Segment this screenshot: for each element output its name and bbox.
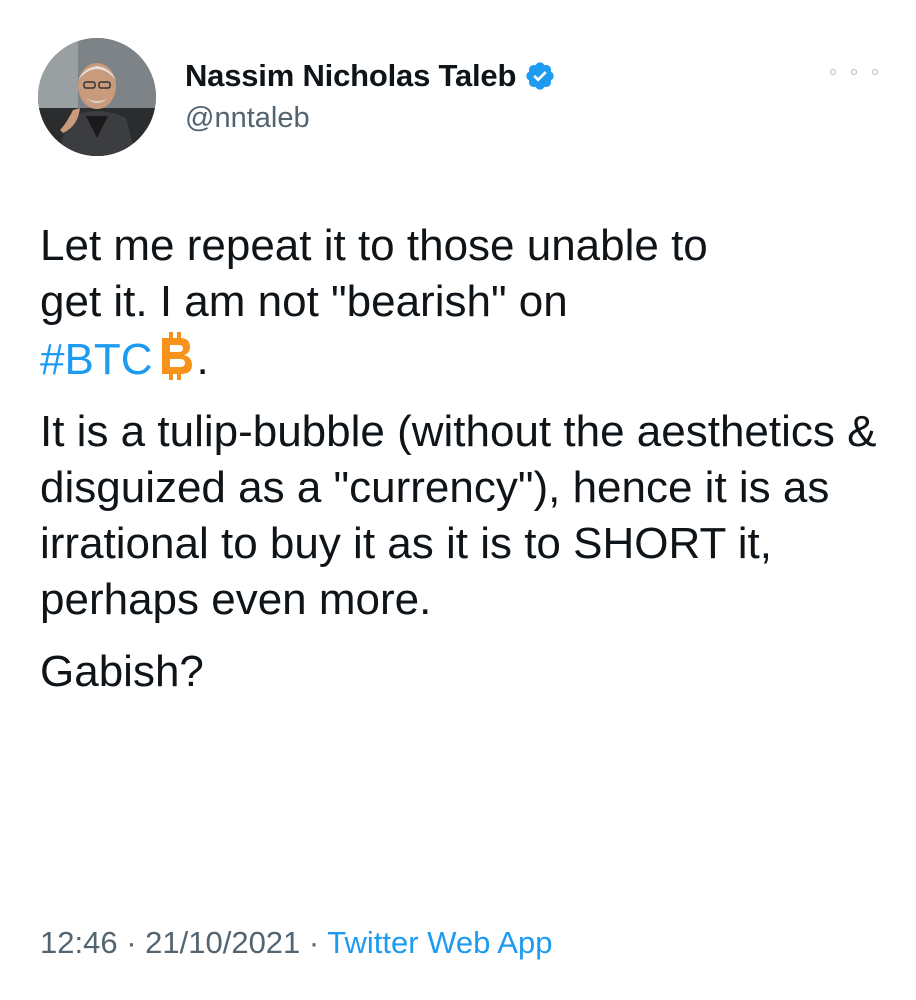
tweet-paragraph-3: Gabish? [40,647,204,696]
ellipsis-icon [830,69,836,75]
tweet-text: Let me repeat it to those unable to get … [40,218,890,700]
verified-badge-icon [526,62,554,90]
tweet-source-link[interactable]: Twitter Web App [327,925,552,960]
author-display-name[interactable]: Nassim Nicholas Taleb [185,58,516,94]
tweet-line: Let me repeat it to those unable to [40,221,708,270]
tweet-time[interactable]: 12:46 [40,925,118,960]
tweet-paragraph-1: Let me repeat it to those unable to get … [40,218,890,388]
tweet-paragraph-2: It is a tulip-bubble (without the aesthe… [40,407,877,624]
hashtag-link[interactable]: #BTC [40,335,152,384]
tweet-line: get it. I am not "bearish" on [40,277,568,326]
author-avatar[interactable] [38,38,156,156]
tweet-punctuation: . [196,335,209,384]
ellipsis-icon [872,69,878,75]
author-name-row: Nassim Nicholas Taleb [185,56,556,96]
meta-separator: · [300,925,328,960]
tweet-metadata: 12:46 · 21/10/2021 · Twitter Web App [40,925,552,961]
tweet-date[interactable]: 21/10/2021 [145,925,300,960]
author-handle[interactable]: @nntaleb [185,102,310,135]
ellipsis-icon [851,69,857,75]
bitcoin-icon [162,332,193,380]
meta-separator: · [117,925,146,960]
profile-photo-icon [38,38,156,156]
tweet-card: Nassim Nicholas Taleb @nntaleb Let me re… [0,0,916,1000]
more-options-button[interactable] [830,62,878,82]
